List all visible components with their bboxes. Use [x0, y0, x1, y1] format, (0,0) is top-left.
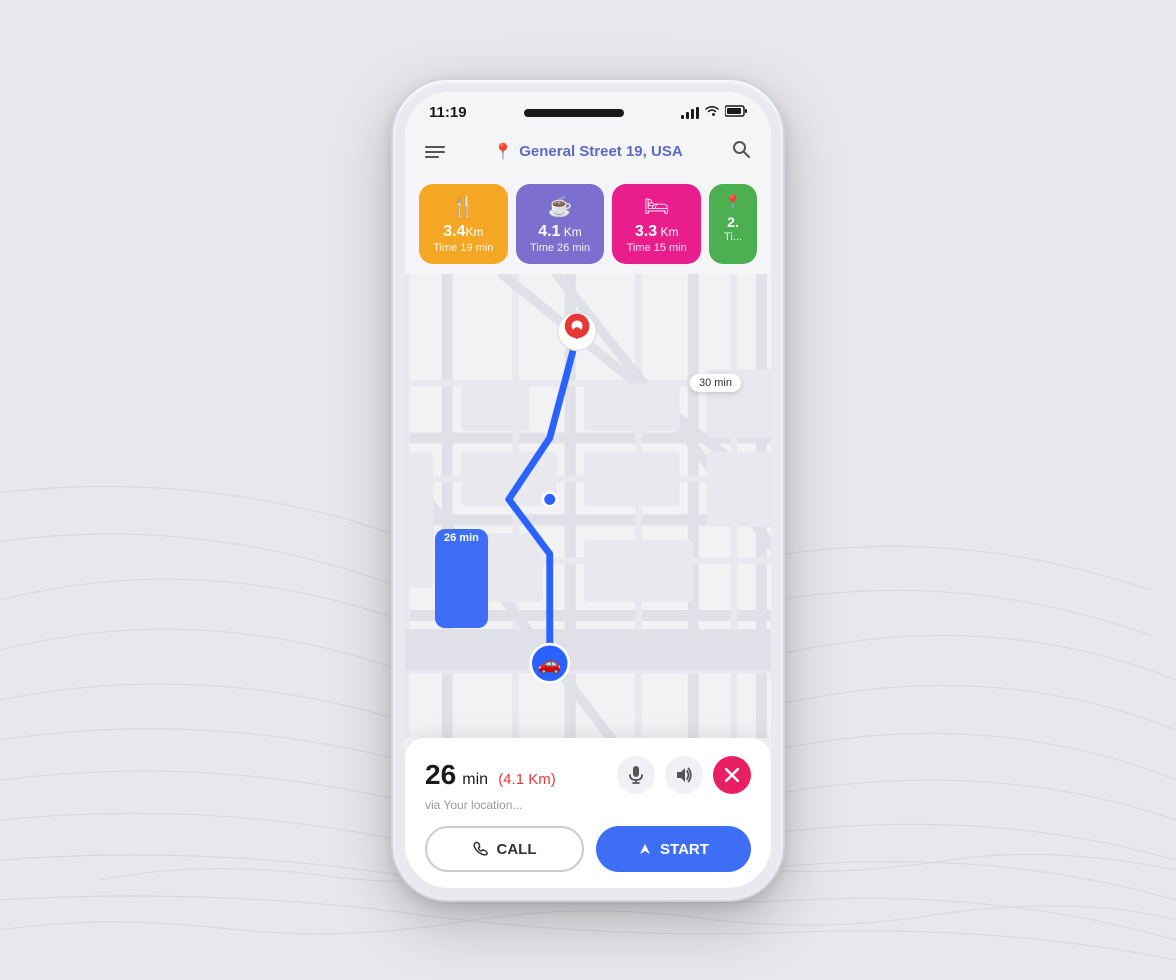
location-text: General Street 19, USA	[519, 143, 682, 160]
location-bar: 📍 General Street 19, USA	[449, 142, 727, 162]
other-time: Ti...	[724, 231, 742, 243]
other-distance: 2.	[727, 215, 739, 230]
hotel-time: Time 15 min	[627, 242, 687, 254]
notch	[524, 109, 624, 117]
route-distance: (4.1 Km)	[498, 771, 556, 788]
cafe-icon: ☕	[548, 194, 573, 219]
category-food[interactable]: 🍴 3.4Km Time 19 min	[419, 184, 508, 264]
route-label-30: 30 min	[690, 374, 741, 392]
close-button[interactable]	[713, 756, 751, 794]
menu-line	[425, 151, 445, 153]
route-summary: 26 min (4.1 Km)	[425, 759, 556, 791]
mic-button[interactable]	[617, 756, 655, 794]
status-icons	[681, 105, 747, 120]
wifi-icon	[704, 105, 720, 120]
hotel-distance: 3.3 Km	[635, 223, 679, 241]
category-row: 🍴 3.4Km Time 19 min ☕ 4.1 Km Time 26 min…	[405, 178, 771, 274]
route-info-row: 26 min (4.1 Km)	[425, 756, 751, 794]
phone-screen: 11:19	[405, 92, 771, 888]
cafe-distance: 4.1 Km	[538, 223, 582, 241]
category-other[interactable]: 📍 2. Ti...	[709, 184, 757, 264]
category-hotel[interactable]: 🛏 3.3 Km Time 15 min	[612, 184, 701, 264]
app-header: 📍 General Street 19, USA	[405, 127, 771, 178]
food-distance: 3.4Km	[443, 223, 483, 241]
pin-icon: 📍	[493, 142, 513, 162]
phone-shell: 11:19	[393, 80, 783, 900]
search-icon[interactable]	[727, 135, 755, 168]
via-text: via Your location...	[425, 798, 751, 812]
category-cafe[interactable]: ☕ 4.1 Km Time 26 min	[516, 184, 605, 264]
call-button[interactable]: CALL	[425, 826, 584, 872]
duration-unit: min	[462, 771, 488, 788]
food-time: Time 19 min	[433, 242, 493, 254]
map-area[interactable]: 🚗 26 min 30 min	[405, 274, 771, 738]
battery-icon	[725, 105, 747, 120]
speaker-button[interactable]	[665, 756, 703, 794]
hotel-icon: 🛏	[644, 194, 669, 219]
route-label-26: 26 min	[435, 529, 488, 628]
signal-icon	[681, 107, 699, 119]
food-icon: 🍴	[451, 194, 476, 219]
other-icon: 📍	[724, 194, 741, 211]
bottom-panel: 26 min (4.1 Km)	[405, 738, 771, 888]
start-button[interactable]: START	[596, 826, 751, 872]
call-label: CALL	[497, 841, 537, 858]
start-label: START	[660, 841, 709, 858]
menu-icon[interactable]	[421, 142, 449, 162]
menu-line	[425, 156, 439, 158]
svg-text:🚗: 🚗	[538, 654, 562, 675]
bottom-buttons: CALL START	[425, 826, 751, 872]
status-time: 11:19	[429, 104, 467, 121]
duration-number: 26	[425, 759, 456, 790]
action-icons	[617, 756, 751, 794]
status-bar: 11:19	[405, 92, 771, 127]
route-time: 26 min (4.1 Km)	[425, 764, 556, 789]
cafe-time: Time 26 min	[530, 242, 590, 254]
menu-line	[425, 146, 445, 148]
